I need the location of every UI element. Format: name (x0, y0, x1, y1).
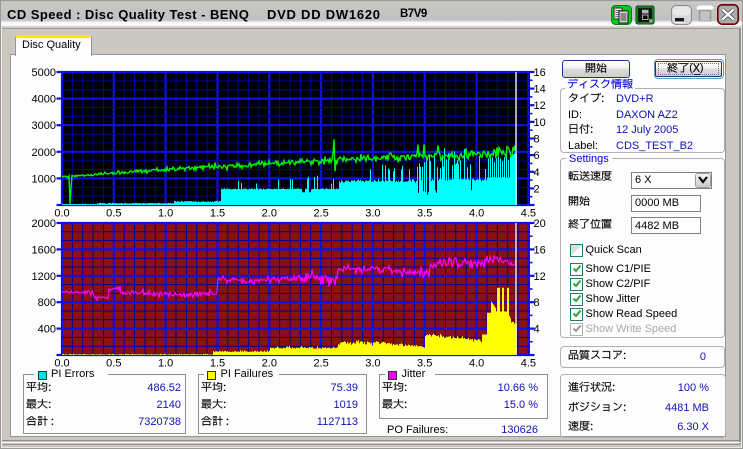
svg-text:4000: 4000 (32, 94, 56, 106)
svg-text:2.5: 2.5 (313, 208, 328, 220)
svg-text:4.0: 4.0 (469, 208, 484, 220)
svg-text:1600: 1600 (32, 244, 56, 256)
svg-text:2000: 2000 (32, 147, 56, 159)
svg-text:5000: 5000 (32, 67, 56, 79)
svg-text:2: 2 (534, 183, 540, 195)
svg-text:20: 20 (534, 218, 546, 230)
svg-text:1.0: 1.0 (158, 208, 173, 220)
svg-text:1.0: 1.0 (158, 358, 173, 370)
svg-text:800: 800 (38, 297, 56, 309)
svg-text:3000: 3000 (32, 120, 56, 132)
svg-text:1000: 1000 (32, 173, 56, 185)
svg-text:2.5: 2.5 (313, 358, 328, 370)
svg-text:12: 12 (534, 100, 546, 112)
svg-text:2.0: 2.0 (262, 208, 277, 220)
svg-text:3.5: 3.5 (417, 208, 432, 220)
svg-text:6: 6 (534, 150, 540, 162)
svg-text:0.5: 0.5 (106, 208, 121, 220)
svg-text:12: 12 (534, 271, 546, 283)
svg-text:14: 14 (534, 84, 546, 96)
svg-text:1200: 1200 (32, 271, 56, 283)
svg-text:1.5: 1.5 (210, 208, 225, 220)
svg-text:2000: 2000 (32, 218, 56, 230)
svg-text:8: 8 (534, 297, 540, 309)
svg-text:4.0: 4.0 (469, 358, 484, 370)
svg-text:400: 400 (38, 324, 56, 336)
svg-text:0.0: 0.0 (54, 208, 69, 220)
svg-text:10: 10 (534, 117, 546, 129)
svg-text:4: 4 (534, 167, 540, 179)
svg-text:16: 16 (534, 67, 546, 79)
svg-text:4.5: 4.5 (521, 358, 536, 370)
svg-text:3.0: 3.0 (365, 358, 380, 370)
svg-text:8: 8 (534, 134, 540, 146)
svg-text:3.0: 3.0 (365, 208, 380, 220)
svg-text:0.5: 0.5 (106, 358, 121, 370)
svg-text:16: 16 (534, 244, 546, 256)
svg-text:4: 4 (534, 324, 540, 336)
